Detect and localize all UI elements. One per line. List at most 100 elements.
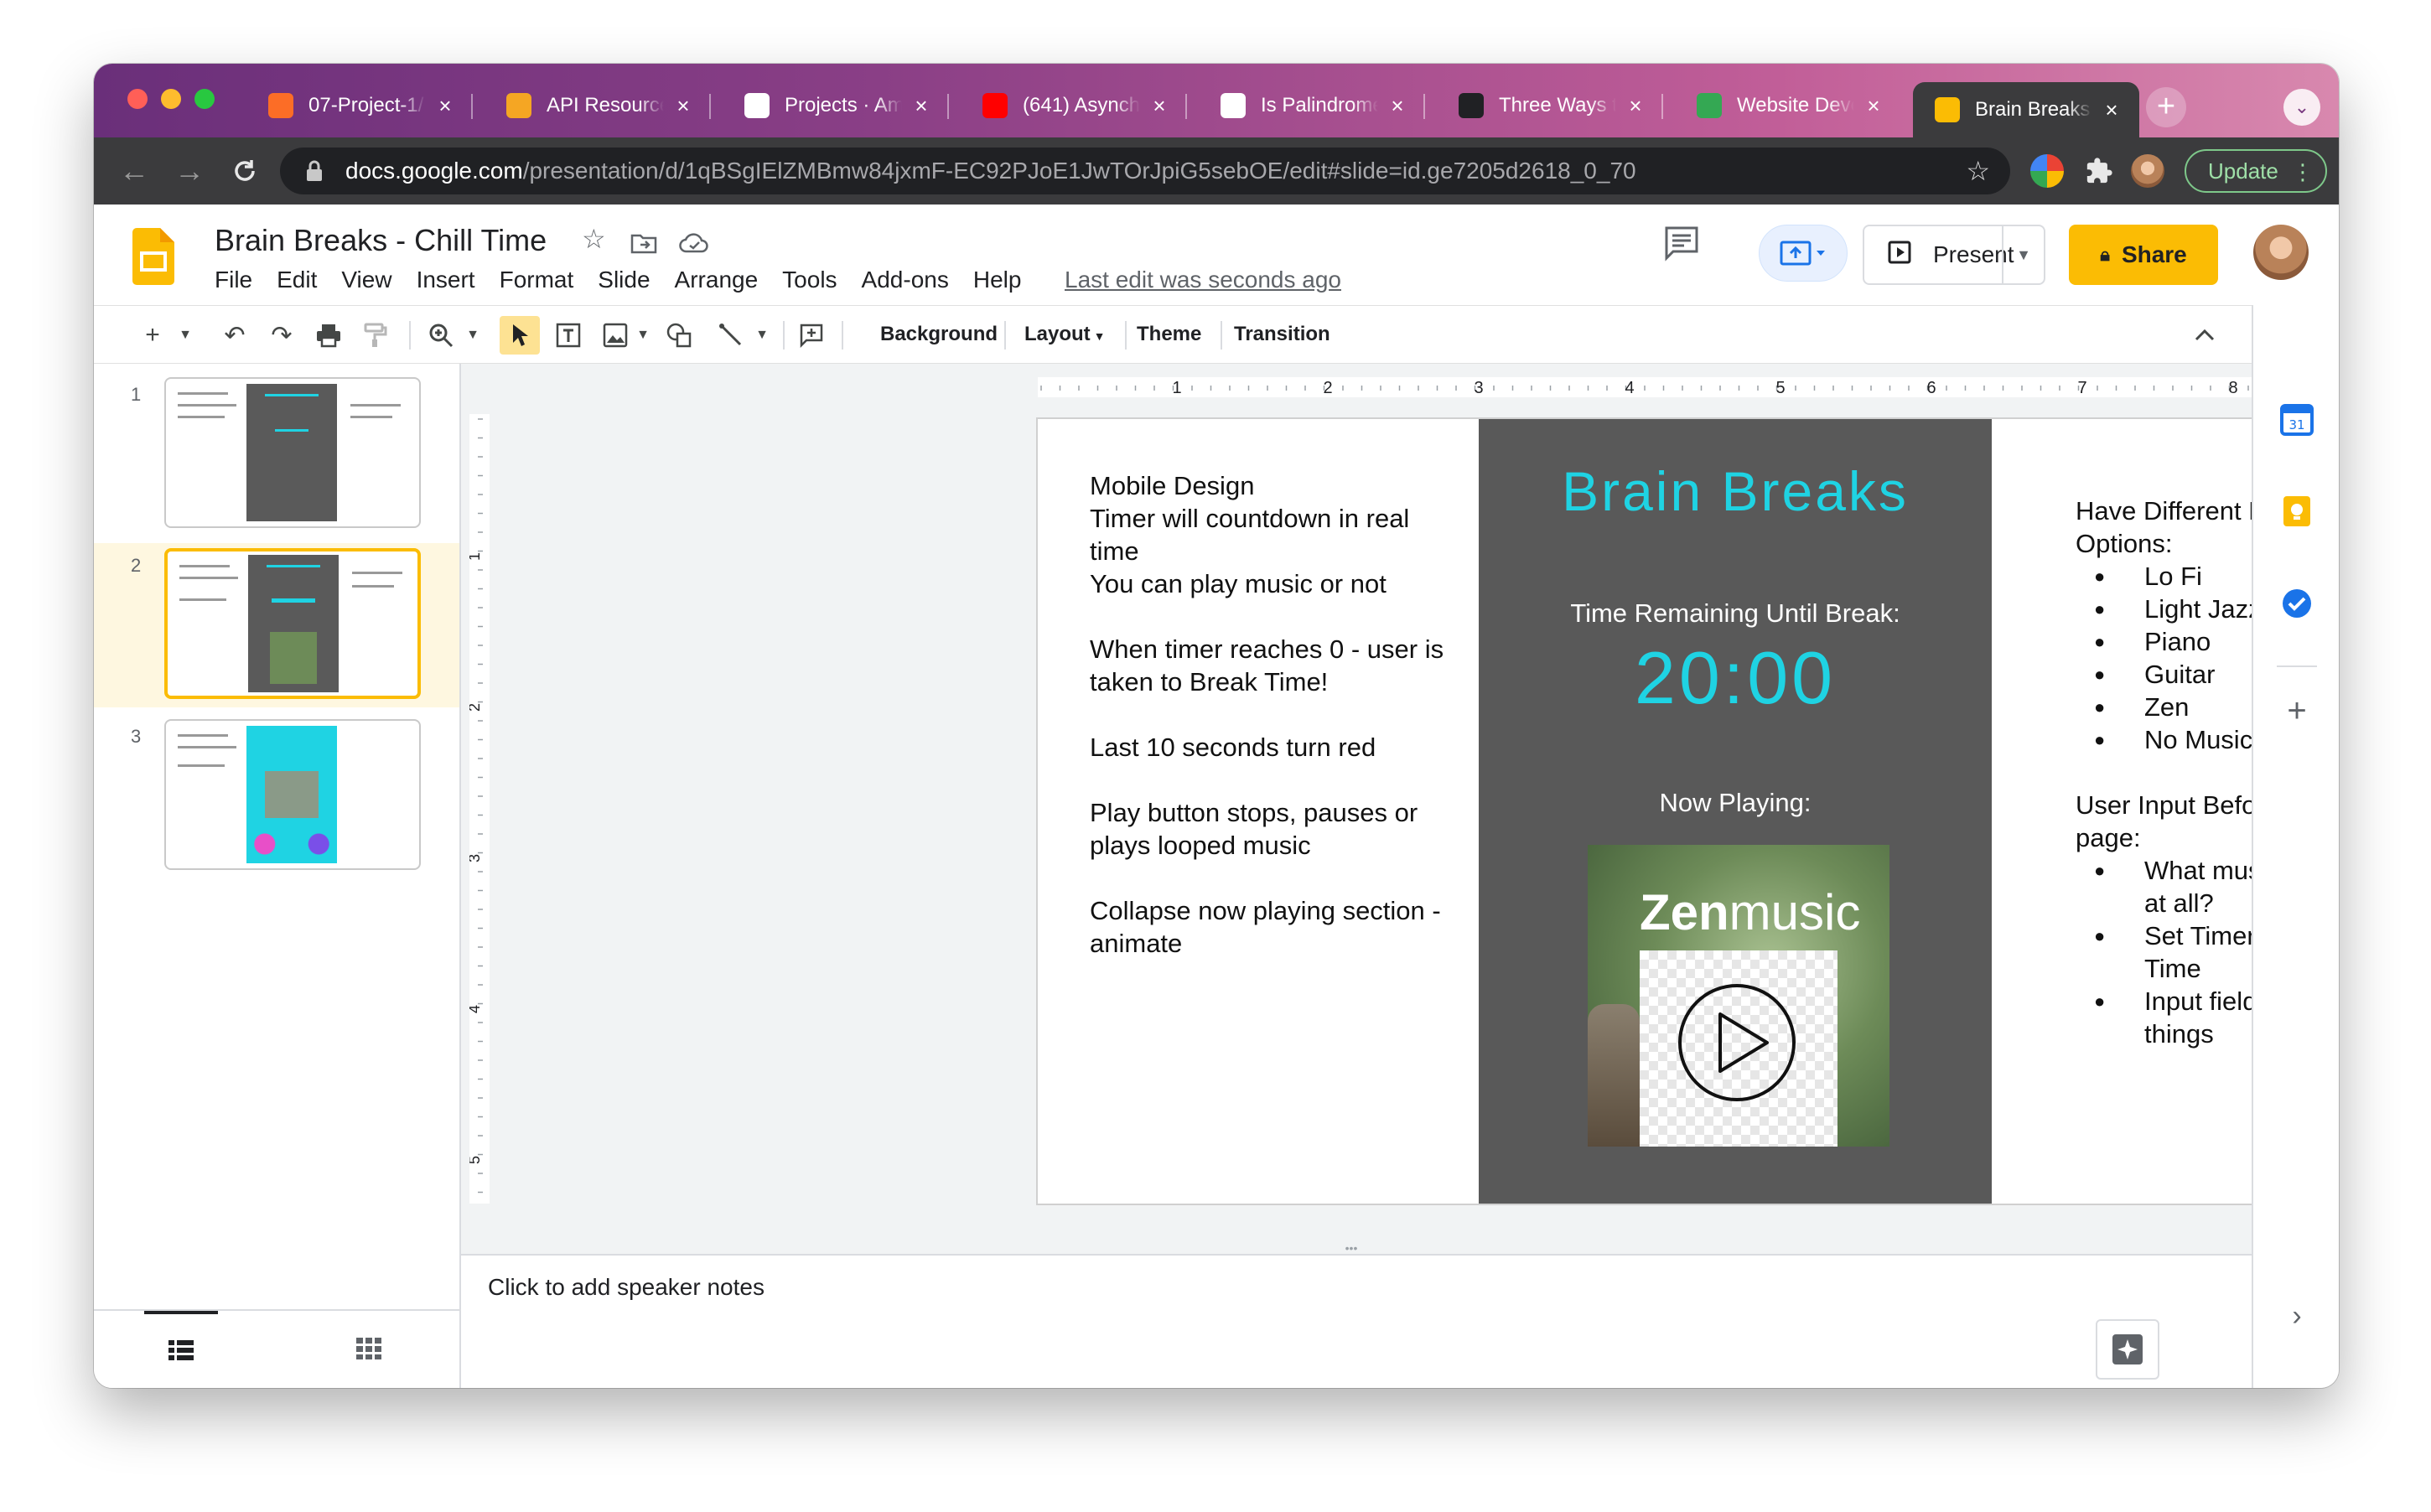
expand-side-panel-chevron-right-icon[interactable]: › (2280, 1299, 2314, 1333)
back-button[interactable]: ← (112, 149, 156, 193)
comment-history-icon[interactable] (1663, 225, 1703, 265)
menu-add-ons[interactable]: Add-ons (862, 267, 949, 293)
new-slide-chevron-down-icon[interactable]: ▼ (174, 318, 196, 353)
insert-image-icon[interactable] (597, 318, 634, 353)
star-icon[interactable]: ☆ (582, 223, 606, 255)
browser-tab[interactable]: 07-Project-1/ × (246, 82, 473, 129)
browser-tab[interactable]: Projects · Am × (723, 82, 949, 129)
select-cursor-icon[interactable] (503, 318, 536, 353)
menu-edit[interactable]: Edit (277, 267, 317, 293)
tab-close-icon[interactable]: × (1863, 93, 1884, 119)
current-slide[interactable]: Mobile Design Timer will countdown in re… (1038, 419, 2339, 1204)
update-button[interactable]: Update ⋮ (2185, 149, 2327, 193)
notes-resize-handle[interactable]: ••• (1333, 1242, 1370, 1254)
tab-close-icon[interactable]: × (1625, 93, 1646, 119)
last-edit-link[interactable]: Last edit was seconds ago (1065, 267, 1341, 293)
browser-tab[interactable]: Three Ways t × (1437, 82, 1663, 129)
text-box-icon[interactable] (550, 318, 587, 353)
tab-search-button[interactable]: ⌄ (2283, 89, 2320, 126)
collapse-toolbar-chevron-up-icon[interactable] (2186, 318, 2223, 353)
zoom-icon[interactable] (422, 318, 459, 353)
redo-icon[interactable]: ↷ (263, 318, 300, 353)
slide-thumbnail[interactable] (164, 719, 421, 870)
keep-icon[interactable] (2280, 495, 2314, 528)
browser-tab[interactable]: API Resource × (485, 82, 711, 129)
slides-logo-icon[interactable] (132, 228, 174, 285)
speaker-notes-panel[interactable]: Click to add speaker notes (461, 1254, 2252, 1388)
menu-file[interactable]: File (215, 267, 252, 293)
more-menu-icon[interactable]: ⋮ (2292, 159, 2314, 185)
menu-tools[interactable]: Tools (782, 267, 837, 293)
gitlab-fox-icon (268, 93, 293, 118)
tab-close-icon[interactable]: × (1148, 93, 1170, 119)
reload-button[interactable] (223, 149, 267, 193)
get-addons-plus-icon[interactable]: + (2280, 694, 2314, 728)
slide-thumbnail[interactable] (164, 377, 421, 528)
tasks-icon[interactable] (2280, 587, 2314, 620)
print-icon[interactable] (310, 318, 347, 353)
list-view-icon[interactable] (144, 1311, 218, 1386)
color-extension-icon[interactable] (2030, 154, 2064, 188)
browser-tab[interactable]: Brain Breaks × (1913, 82, 2139, 137)
album-art-image[interactable]: Zenmusic (1588, 845, 1889, 1147)
menu-format[interactable]: Format (500, 267, 574, 293)
minimize-window-button[interactable] (161, 89, 181, 109)
layout-button[interactable]: Layout ▼ (1024, 323, 1106, 346)
move-folder-icon[interactable] (630, 230, 657, 261)
theme-button[interactable]: Theme (1137, 323, 1201, 346)
calendar-icon[interactable]: 31 (2280, 402, 2314, 436)
share-button[interactable]: 🔒︎ Share (2069, 225, 2218, 285)
line-chevron-down-icon[interactable]: ▼ (753, 318, 771, 353)
background-button[interactable]: Background (880, 323, 998, 346)
slide-thumbnail[interactable] (164, 548, 421, 699)
present-options-chevron-down-icon[interactable]: ▼ (2002, 226, 2044, 283)
shape-icon[interactable] (661, 318, 697, 353)
explore-button[interactable] (2096, 1319, 2159, 1380)
present-button[interactable]: Present ▼ (1863, 225, 2045, 285)
meet-present-button[interactable] (1759, 225, 1848, 282)
filmstrip-slide-1[interactable]: 1 (94, 372, 459, 536)
document-title[interactable]: Brain Breaks - Chill Time (215, 223, 547, 258)
speaker-notes-placeholder[interactable]: Click to add speaker notes (488, 1274, 765, 1301)
extensions-puzzle-icon[interactable] (2082, 154, 2116, 188)
forward-button[interactable]: → (168, 149, 211, 193)
filmstrip-slide-2[interactable]: 2 (94, 543, 459, 707)
undo-icon[interactable]: ↶ (216, 318, 253, 353)
cloud-status-icon[interactable] (679, 230, 709, 261)
bookmark-star-icon[interactable]: ☆ (1966, 155, 1990, 187)
mobile-mockup-panel[interactable]: Brain Breaks Time Remaining Until Break:… (1479, 419, 1992, 1204)
browser-tab[interactable]: (641) Asynch × (961, 82, 1187, 129)
address-bar[interactable]: docs.google.com/presentation/d/1qBSgIElZ… (280, 148, 2010, 194)
tab-close-icon[interactable]: × (434, 93, 456, 119)
tab-close-icon[interactable]: × (672, 93, 694, 119)
new-slide-plus-icon[interactable]: + (137, 318, 168, 353)
zoom-window-button[interactable] (194, 89, 215, 109)
tab-close-icon[interactable]: × (1387, 93, 1408, 119)
menu-arrange[interactable]: Arrange (675, 267, 759, 293)
menu-slide[interactable]: Slide (598, 267, 650, 293)
ruler-label: 4 (1625, 379, 1634, 397)
menu-help[interactable]: Help (973, 267, 1022, 293)
zoom-chevron-down-icon[interactable]: ▼ (463, 318, 483, 353)
horizontal-ruler[interactable]: 123456789 (1038, 377, 2339, 397)
slide-left-text-box[interactable]: Mobile Design Timer will countdown in re… (1090, 469, 1450, 992)
add-comment-icon[interactable] (793, 318, 830, 353)
filmstrip-slide-3[interactable]: 3 (94, 714, 459, 878)
menu-view[interactable]: View (341, 267, 391, 293)
image-chevron-down-icon[interactable]: ▼ (634, 318, 652, 353)
profile-avatar[interactable] (2131, 154, 2164, 188)
account-avatar[interactable] (2253, 225, 2309, 280)
tab-close-icon[interactable]: × (2101, 97, 2123, 123)
grid-view-icon[interactable] (332, 1311, 406, 1386)
paint-format-icon[interactable] (357, 318, 394, 353)
vertical-ruler[interactable]: 1 2 3 4 5 (469, 414, 490, 1204)
tab-close-icon[interactable]: × (910, 93, 932, 119)
menu-insert[interactable]: Insert (417, 267, 475, 293)
ruler-label: 2 (1323, 379, 1332, 397)
line-icon[interactable] (713, 318, 749, 353)
browser-tab[interactable]: Website Deve × (1675, 82, 1901, 129)
close-window-button[interactable] (127, 89, 148, 109)
transition-button[interactable]: Transition (1234, 323, 1330, 346)
new-tab-button[interactable]: + (2146, 87, 2186, 127)
browser-tab[interactable]: Is Palindrome × (1199, 82, 1425, 129)
